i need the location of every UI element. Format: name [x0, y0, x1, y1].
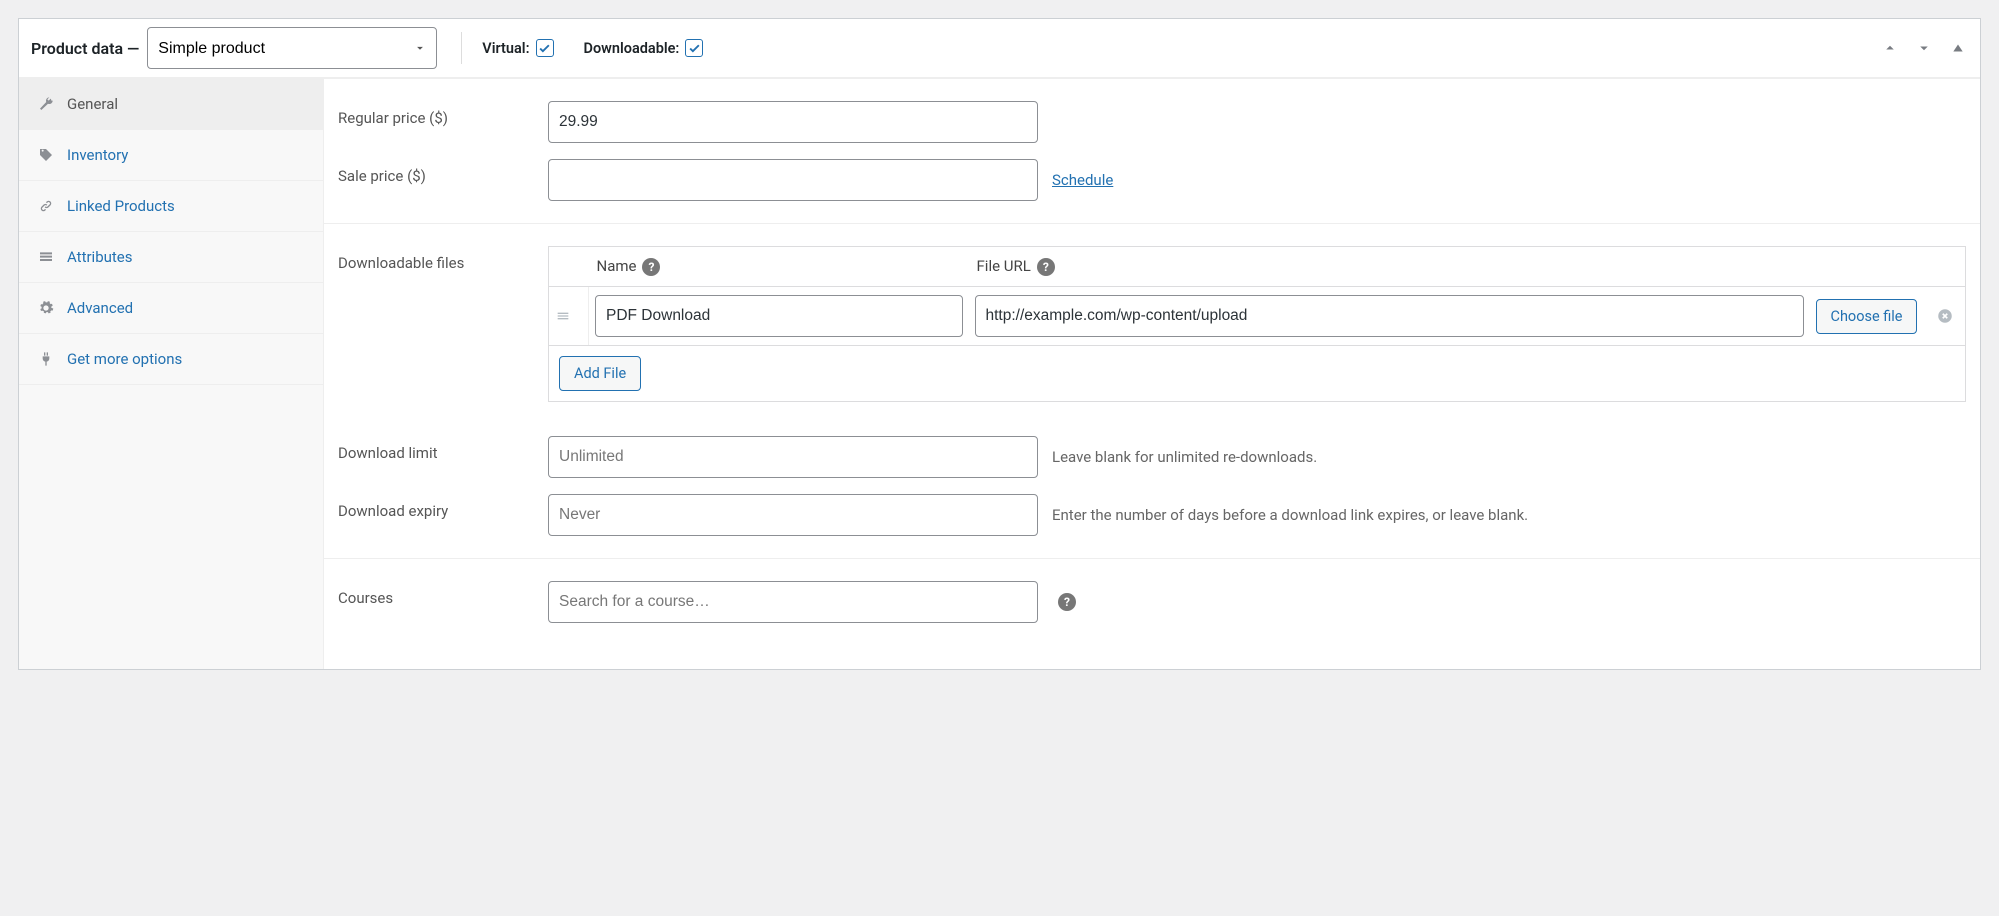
product-data-tabs: General Inventory Linked Products Attrib… — [19, 79, 324, 669]
download-expiry-label: Download expiry — [338, 494, 548, 520]
tab-advanced[interactable]: Advanced — [19, 283, 323, 334]
url-column-header: File URL — [977, 257, 1031, 275]
downloadable-files-label: Downloadable files — [338, 246, 548, 272]
regular-price-label: Regular price ($) — [338, 101, 548, 127]
tab-linked-products[interactable]: Linked Products — [19, 181, 323, 232]
downloadable-checkbox-label: Downloadable: — [584, 39, 704, 57]
downloadable-checkbox[interactable] — [685, 39, 703, 57]
choose-file-button[interactable]: Choose file — [1816, 299, 1918, 334]
name-column-header: Name — [597, 257, 637, 275]
general-panel: Regular price ($) Sale price ($) Schedul… — [324, 79, 1980, 669]
panel-up-button[interactable] — [1880, 38, 1900, 58]
help-icon[interactable]: ? — [1037, 258, 1055, 276]
download-expiry-input[interactable] — [548, 494, 1038, 536]
gear-icon — [37, 300, 55, 316]
tab-inventory[interactable]: Inventory — [19, 130, 323, 181]
downloadable-files-table: Name? File URL? — [548, 246, 1966, 402]
wrench-icon — [37, 96, 55, 112]
courses-search-input[interactable] — [548, 581, 1038, 623]
help-icon[interactable]: ? — [642, 258, 660, 276]
courses-label: Courses — [338, 581, 548, 607]
regular-price-input[interactable] — [548, 101, 1038, 143]
product-data-metabox: Product data — Simple product Virtual: D… — [18, 18, 1981, 670]
link-icon — [37, 198, 55, 214]
metabox-header: Product data — Simple product Virtual: D… — [19, 19, 1980, 78]
list-icon — [37, 249, 55, 265]
panel-down-button[interactable] — [1914, 38, 1934, 58]
virtual-checkbox-label: Virtual: — [482, 39, 553, 57]
file-row: Choose file — [549, 287, 1966, 346]
tab-get-more-options[interactable]: Get more options — [19, 334, 323, 385]
panel-collapse-button[interactable] — [1948, 38, 1968, 58]
divider — [461, 32, 462, 64]
download-expiry-description: Enter the number of days before a downlo… — [1052, 502, 1528, 529]
tab-general[interactable]: General — [19, 79, 323, 130]
help-icon[interactable]: ? — [1058, 593, 1076, 611]
add-file-button[interactable]: Add File — [559, 356, 641, 391]
product-type-select[interactable]: Simple product — [147, 27, 437, 69]
virtual-checkbox[interactable] — [536, 39, 554, 57]
delete-row-icon[interactable] — [1930, 287, 1966, 346]
sale-price-label: Sale price ($) — [338, 159, 548, 185]
download-limit-input[interactable] — [548, 436, 1038, 478]
file-name-input[interactable] — [595, 295, 963, 337]
plug-icon — [37, 351, 55, 367]
download-limit-label: Download limit — [338, 436, 548, 462]
drag-handle-icon[interactable] — [549, 287, 589, 346]
sale-price-input[interactable] — [548, 159, 1038, 201]
download-limit-description: Leave blank for unlimited re-downloads. — [1052, 444, 1317, 471]
metabox-title: Product data — — [31, 39, 139, 58]
tag-icon — [37, 147, 55, 163]
file-url-input[interactable] — [975, 295, 1804, 337]
tab-attributes[interactable]: Attributes — [19, 232, 323, 283]
schedule-link[interactable]: Schedule — [1052, 171, 1113, 189]
